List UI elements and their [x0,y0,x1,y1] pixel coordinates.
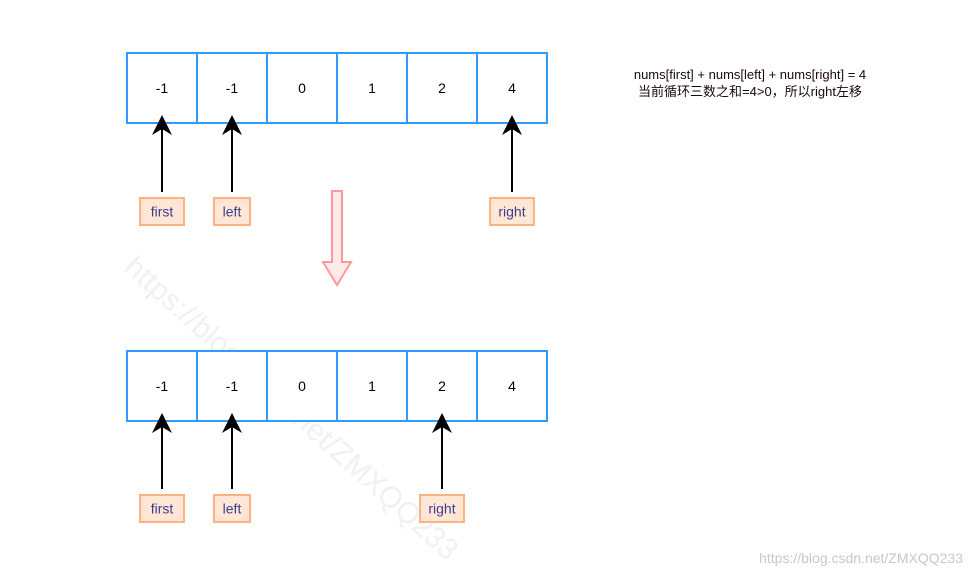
note-line-1: nums[first] + nums[left] + nums[right] =… [633,67,867,82]
pointer-label-right: right [428,501,455,517]
explanation-note: nums[first] + nums[left] + nums[right] =… [600,66,900,100]
down-arrow-icon [321,190,353,287]
cell-value: 1 [368,80,376,96]
cell-value: -1 [226,80,239,96]
cell-value: -1 [156,80,169,96]
cell-value: 2 [438,80,446,96]
cell-value: 0 [298,80,306,96]
pointer-label-right: right [498,204,525,220]
cell-value: 2 [438,378,446,394]
cell-value: 0 [298,378,306,394]
pointer-label-left: left [223,204,242,220]
pointer-label-first: first [151,501,174,517]
bottom-array: -1 -1 0 1 2 4 first left right [126,350,548,523]
pointer-label-left: left [223,501,242,517]
cell-value: -1 [226,378,239,394]
cell-value: 1 [368,378,376,394]
cell-value: -1 [156,378,169,394]
note-line-2: 当前循环三数之和=4>0，所以right左移 [638,84,862,99]
cell-value: 4 [508,80,516,96]
footer-watermark: https://blog.csdn.net/ZMXQQ233 [759,550,963,566]
pointer-label-first: first [151,204,174,220]
cell-value: 4 [508,378,516,394]
